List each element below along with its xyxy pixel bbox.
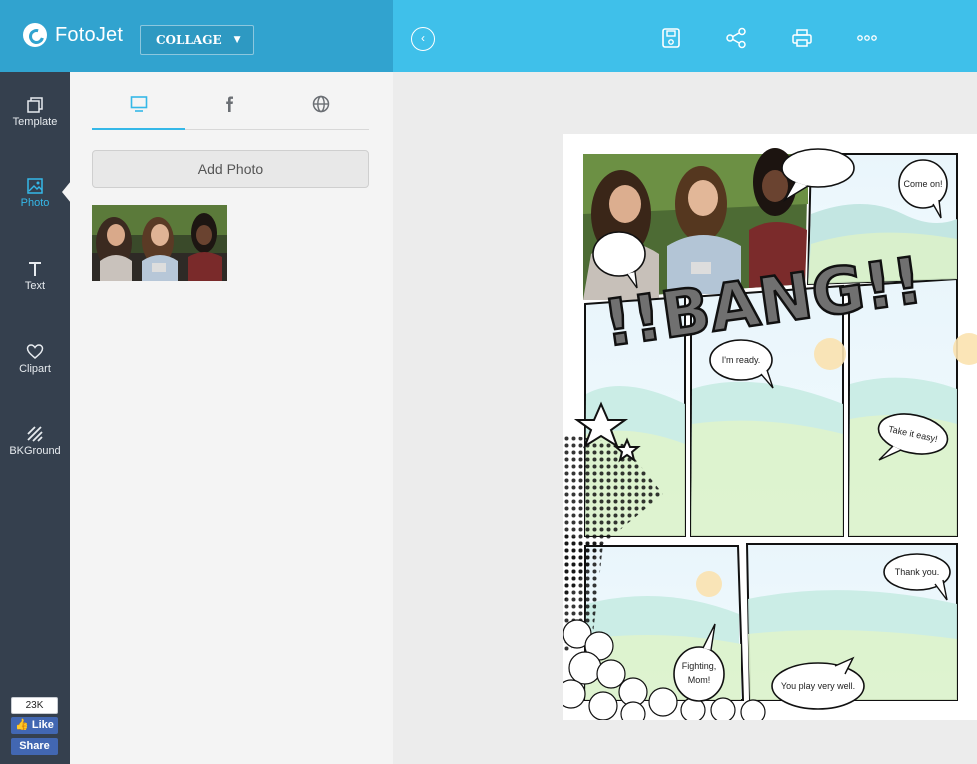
bubble-text: Come on!	[903, 179, 942, 189]
bubble-text: Mom!	[688, 675, 711, 685]
comic-collage-page[interactable]: !!BANG!! Come on! I'm ready. Take it eas…	[563, 134, 977, 720]
rail-item-text[interactable]: Text	[0, 260, 70, 292]
source-tab-active-underline	[92, 128, 185, 130]
add-photo-button[interactable]: Add Photo	[92, 150, 369, 188]
fotojet-logo-icon	[23, 23, 47, 47]
header-right	[393, 0, 977, 72]
rail-item-background[interactable]: BKGround	[0, 425, 70, 457]
like-count: 23K	[11, 697, 58, 714]
mode-label: COLLAGE	[156, 33, 222, 47]
photo-icon	[27, 178, 43, 194]
chevron-left-circle-icon[interactable]: ‹	[411, 27, 435, 51]
heart-icon	[26, 344, 44, 359]
more-icon[interactable]	[856, 27, 878, 49]
bubble-text: Fighting,	[682, 661, 717, 671]
share-icon[interactable]	[725, 27, 747, 49]
bubble-text: You play very well.	[781, 681, 855, 691]
save-icon[interactable]	[660, 27, 682, 49]
like-label: Like	[31, 719, 54, 731]
brand-name: FotoJet	[55, 23, 124, 46]
facebook-icon[interactable]	[220, 94, 240, 114]
bubble-text: Thank you.	[895, 567, 940, 577]
left-rail: Template Photo Text Clipart BKGround	[0, 72, 70, 764]
brand-logo[interactable]: FotoJet	[23, 23, 123, 47]
rail-label-template: Template	[12, 116, 58, 128]
rail-label-photo: Photo	[20, 197, 50, 209]
print-icon[interactable]	[791, 27, 813, 49]
mode-dropdown[interactable]: COLLAGE ▼	[140, 25, 254, 55]
template-icon	[27, 97, 43, 113]
facebook-share-button[interactable]: Share	[11, 738, 58, 755]
rail-label-text: Text	[24, 280, 46, 292]
background-icon	[27, 426, 43, 442]
computer-icon[interactable]	[129, 94, 149, 114]
caret-down-icon: ▼	[233, 35, 241, 45]
rail-item-template[interactable]: Template	[0, 96, 70, 128]
rail-label-clipart: Clipart	[19, 363, 51, 375]
bubble-text: I'm ready.	[722, 355, 761, 365]
photo-panel: Add Photo	[70, 72, 393, 764]
text-icon	[29, 262, 41, 276]
rail-item-photo[interactable]: Photo	[0, 177, 70, 209]
rail-label-background: BKGround	[9, 445, 61, 457]
rail-item-clipart[interactable]: Clipart	[0, 343, 70, 375]
header-left: FotoJet COLLAGE ▼	[0, 0, 393, 72]
thumbs-up-icon: 👍	[15, 719, 29, 731]
photo-thumbnail[interactable]	[92, 205, 227, 281]
globe-icon[interactable]	[311, 94, 331, 114]
share-label: Share	[19, 740, 50, 752]
facebook-like-button[interactable]: 👍 Like	[11, 717, 58, 734]
